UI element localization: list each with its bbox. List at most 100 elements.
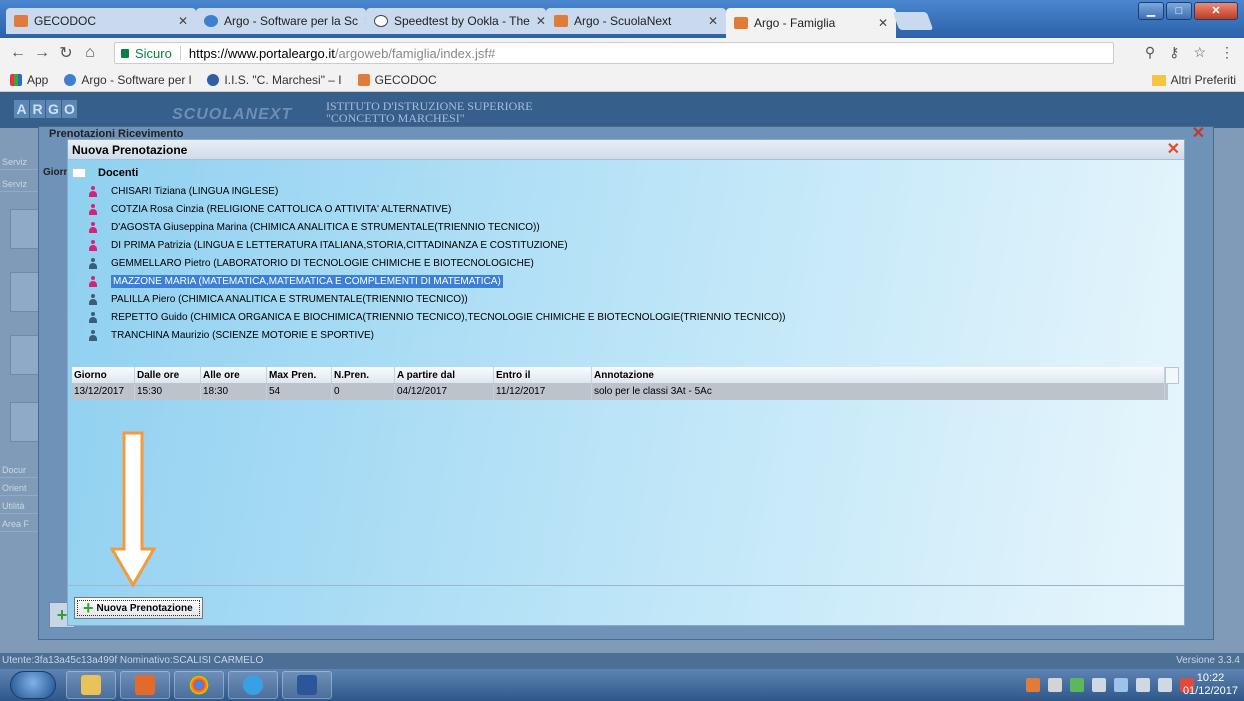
- tab-scuolanext[interactable]: Argo - ScuolaNext ✕: [546, 8, 726, 34]
- folder-icon: [81, 675, 101, 695]
- back-icon[interactable]: ←: [6, 44, 30, 62]
- tray-icon[interactable]: [1136, 678, 1150, 692]
- cell-entro-il: 11/12/2017: [494, 384, 592, 400]
- table-row[interactable]: 13/12/2017 15:30 18:30 54 0 04/12/2017 1…: [72, 384, 1168, 400]
- bookmarks-bar: App Argo - Software per l I.I.S. "C. Mar…: [0, 68, 1244, 92]
- maximize-icon[interactable]: □: [1166, 2, 1192, 20]
- column-header[interactable]: Dalle ore: [135, 367, 201, 383]
- home-icon[interactable]: ⌂: [78, 44, 102, 62]
- close-window-icon[interactable]: ✕: [1194, 2, 1238, 20]
- close-icon[interactable]: ✕: [530, 14, 546, 28]
- close-icon[interactable]: ✕: [872, 16, 888, 30]
- menu-icon[interactable]: ⋮: [1220, 44, 1234, 61]
- word-icon: [297, 675, 317, 695]
- teacher-item[interactable]: TRANCHINA Maurizio (SCIENZE MOTORIE E SP…: [88, 326, 374, 344]
- close-icon[interactable]: ✕: [702, 14, 718, 28]
- cell-dalle-ore: 15:30: [135, 384, 201, 400]
- tray-icon[interactable]: [1092, 678, 1106, 692]
- other-bookmarks-label: Altri Preferiti: [1170, 73, 1236, 87]
- taskbar-explorer[interactable]: [66, 671, 116, 699]
- close-icon[interactable]: ✕: [1192, 123, 1205, 143]
- teacher-item-selected[interactable]: MAZZONE MARIA (MATEMATICA,MATEMATICA E C…: [88, 272, 503, 290]
- teacher-item[interactable]: REPETTO Guido (CHIMICA ORGANICA E BIOCHI…: [88, 308, 786, 326]
- volume-icon[interactable]: [1158, 678, 1172, 692]
- key-icon[interactable]: ⚷: [1169, 44, 1179, 61]
- minimize-icon[interactable]: ▁: [1138, 2, 1164, 20]
- column-header[interactable]: Alle ore: [201, 367, 267, 383]
- teacher-item[interactable]: CHISARI Tiziana (LINGUA INGLESE): [88, 182, 278, 200]
- tray-icon[interactable]: [1026, 678, 1040, 692]
- logo-letter: A: [14, 100, 29, 118]
- bookmark-iis-marchesi[interactable]: I.I.S. "C. Marchesi" – I: [207, 73, 342, 87]
- column-menu-button[interactable]: [1165, 367, 1179, 384]
- column-header[interactable]: Giorno: [72, 367, 135, 383]
- menu-item[interactable]: Utilità: [0, 498, 40, 514]
- bookmark-gecodoc[interactable]: GECODOC: [357, 73, 437, 87]
- menu-tile[interactable]: [10, 272, 40, 312]
- column-header[interactable]: A partire dal: [395, 367, 494, 383]
- tab-label: GECODOC: [34, 14, 97, 28]
- teacher-item[interactable]: GEMMELLARO Pietro (LABORATORIO DI TECNOL…: [88, 254, 534, 272]
- close-icon[interactable]: ✕: [1167, 141, 1180, 159]
- star-icon[interactable]: ☆: [1193, 44, 1206, 61]
- cell-giorno: 13/12/2017: [72, 384, 135, 400]
- taskbar-clock[interactable]: 10:22 01/12/2017: [1183, 672, 1238, 698]
- bookmark-apps[interactable]: App: [10, 73, 48, 87]
- apps-grid-icon: [10, 73, 22, 86]
- tray-icon[interactable]: [1048, 678, 1062, 692]
- menu-item[interactable]: Area F: [0, 516, 40, 532]
- secure-label: Sicuro: [135, 45, 172, 61]
- tab-argo-software[interactable]: Argo - Software per la Sc ✕: [196, 8, 366, 34]
- female-person-icon: [88, 221, 98, 233]
- start-button[interactable]: [10, 671, 56, 699]
- column-header[interactable]: N.Pren.: [332, 367, 395, 383]
- column-header[interactable]: Max Pren.: [267, 367, 332, 383]
- column-header[interactable]: Annotazione: [592, 367, 1165, 383]
- teacher-item[interactable]: D'AGOSTA Giuseppina Marina (CHIMICA ANAL…: [88, 218, 540, 236]
- taskbar-ie[interactable]: [228, 671, 278, 699]
- taskbar-outlook[interactable]: [120, 671, 170, 699]
- close-icon[interactable]: ✕: [172, 14, 188, 28]
- teacher-item[interactable]: DI PRIMA Patrizia (LINGUA E LETTERATURA …: [88, 236, 568, 254]
- teacher-name: CHISARI Tiziana (LINGUA INGLESE): [111, 185, 279, 197]
- menu-tile[interactable]: [10, 335, 40, 375]
- network-icon[interactable]: [1114, 678, 1128, 692]
- menu-tile[interactable]: [10, 402, 40, 442]
- zoom-icon[interactable]: ⚲: [1145, 44, 1155, 61]
- column-header[interactable]: Entro il: [494, 367, 592, 383]
- ie-icon: [243, 675, 263, 695]
- tab-argo-famiglia[interactable]: Argo - Famiglia ✕: [726, 8, 896, 38]
- female-person-icon: [88, 203, 98, 215]
- tab-label: Speedtest by Ookla - The: [394, 14, 530, 28]
- menu-item[interactable]: Orient: [0, 480, 40, 496]
- forward-icon[interactable]: →: [30, 44, 54, 62]
- address-bar[interactable]: Sicuro https://www.portaleargo.it /argow…: [114, 42, 1114, 64]
- menu-tile[interactable]: [10, 209, 40, 249]
- other-bookmarks[interactable]: Altri Preferiti: [1151, 73, 1236, 87]
- teacher-name: DI PRIMA Patrizia (LINGUA E LETTERATURA …: [111, 239, 568, 251]
- menu-item[interactable]: Docur: [0, 462, 40, 478]
- cell-alle-ore: 18:30: [201, 384, 267, 400]
- menu-item[interactable]: Serviz: [0, 154, 40, 170]
- teacher-item[interactable]: COTZIA Rosa Cinzia (RELIGIONE CATTOLICA …: [88, 200, 451, 218]
- tab-label: Argo - ScuolaNext: [574, 14, 672, 28]
- teacher-item[interactable]: PALILLA Piero (CHIMICA ANALITICA E STRUM…: [88, 290, 468, 308]
- tree-root[interactable]: Docenti: [72, 164, 1182, 182]
- tab-speedtest[interactable]: Speedtest by Ookla - The ✕: [366, 8, 546, 34]
- cell-n-pren: 0: [332, 384, 395, 400]
- menu-item[interactable]: Serviz: [0, 176, 40, 192]
- tree-root-label: Docenti: [98, 167, 139, 179]
- teacher-name: COTZIA Rosa Cinzia (RELIGIONE CATTOLICA …: [111, 203, 452, 215]
- tab-gecodoc[interactable]: GECODOC ✕: [6, 8, 196, 34]
- nuova-prenotazione-button[interactable]: + Nuova Prenotazione: [74, 597, 203, 619]
- male-person-icon: [88, 311, 98, 323]
- close-icon[interactable]: ✕: [358, 14, 366, 28]
- outlook-icon: [135, 675, 155, 695]
- secure-indicator[interactable]: Sicuro: [121, 46, 172, 61]
- reload-icon[interactable]: ↻: [54, 43, 78, 63]
- new-tab-button[interactable]: [892, 12, 934, 30]
- taskbar-word[interactable]: [282, 671, 332, 699]
- taskbar-chrome[interactable]: [174, 671, 224, 699]
- tray-icon[interactable]: [1070, 678, 1084, 692]
- bookmark-argo[interactable]: Argo - Software per l: [64, 73, 191, 87]
